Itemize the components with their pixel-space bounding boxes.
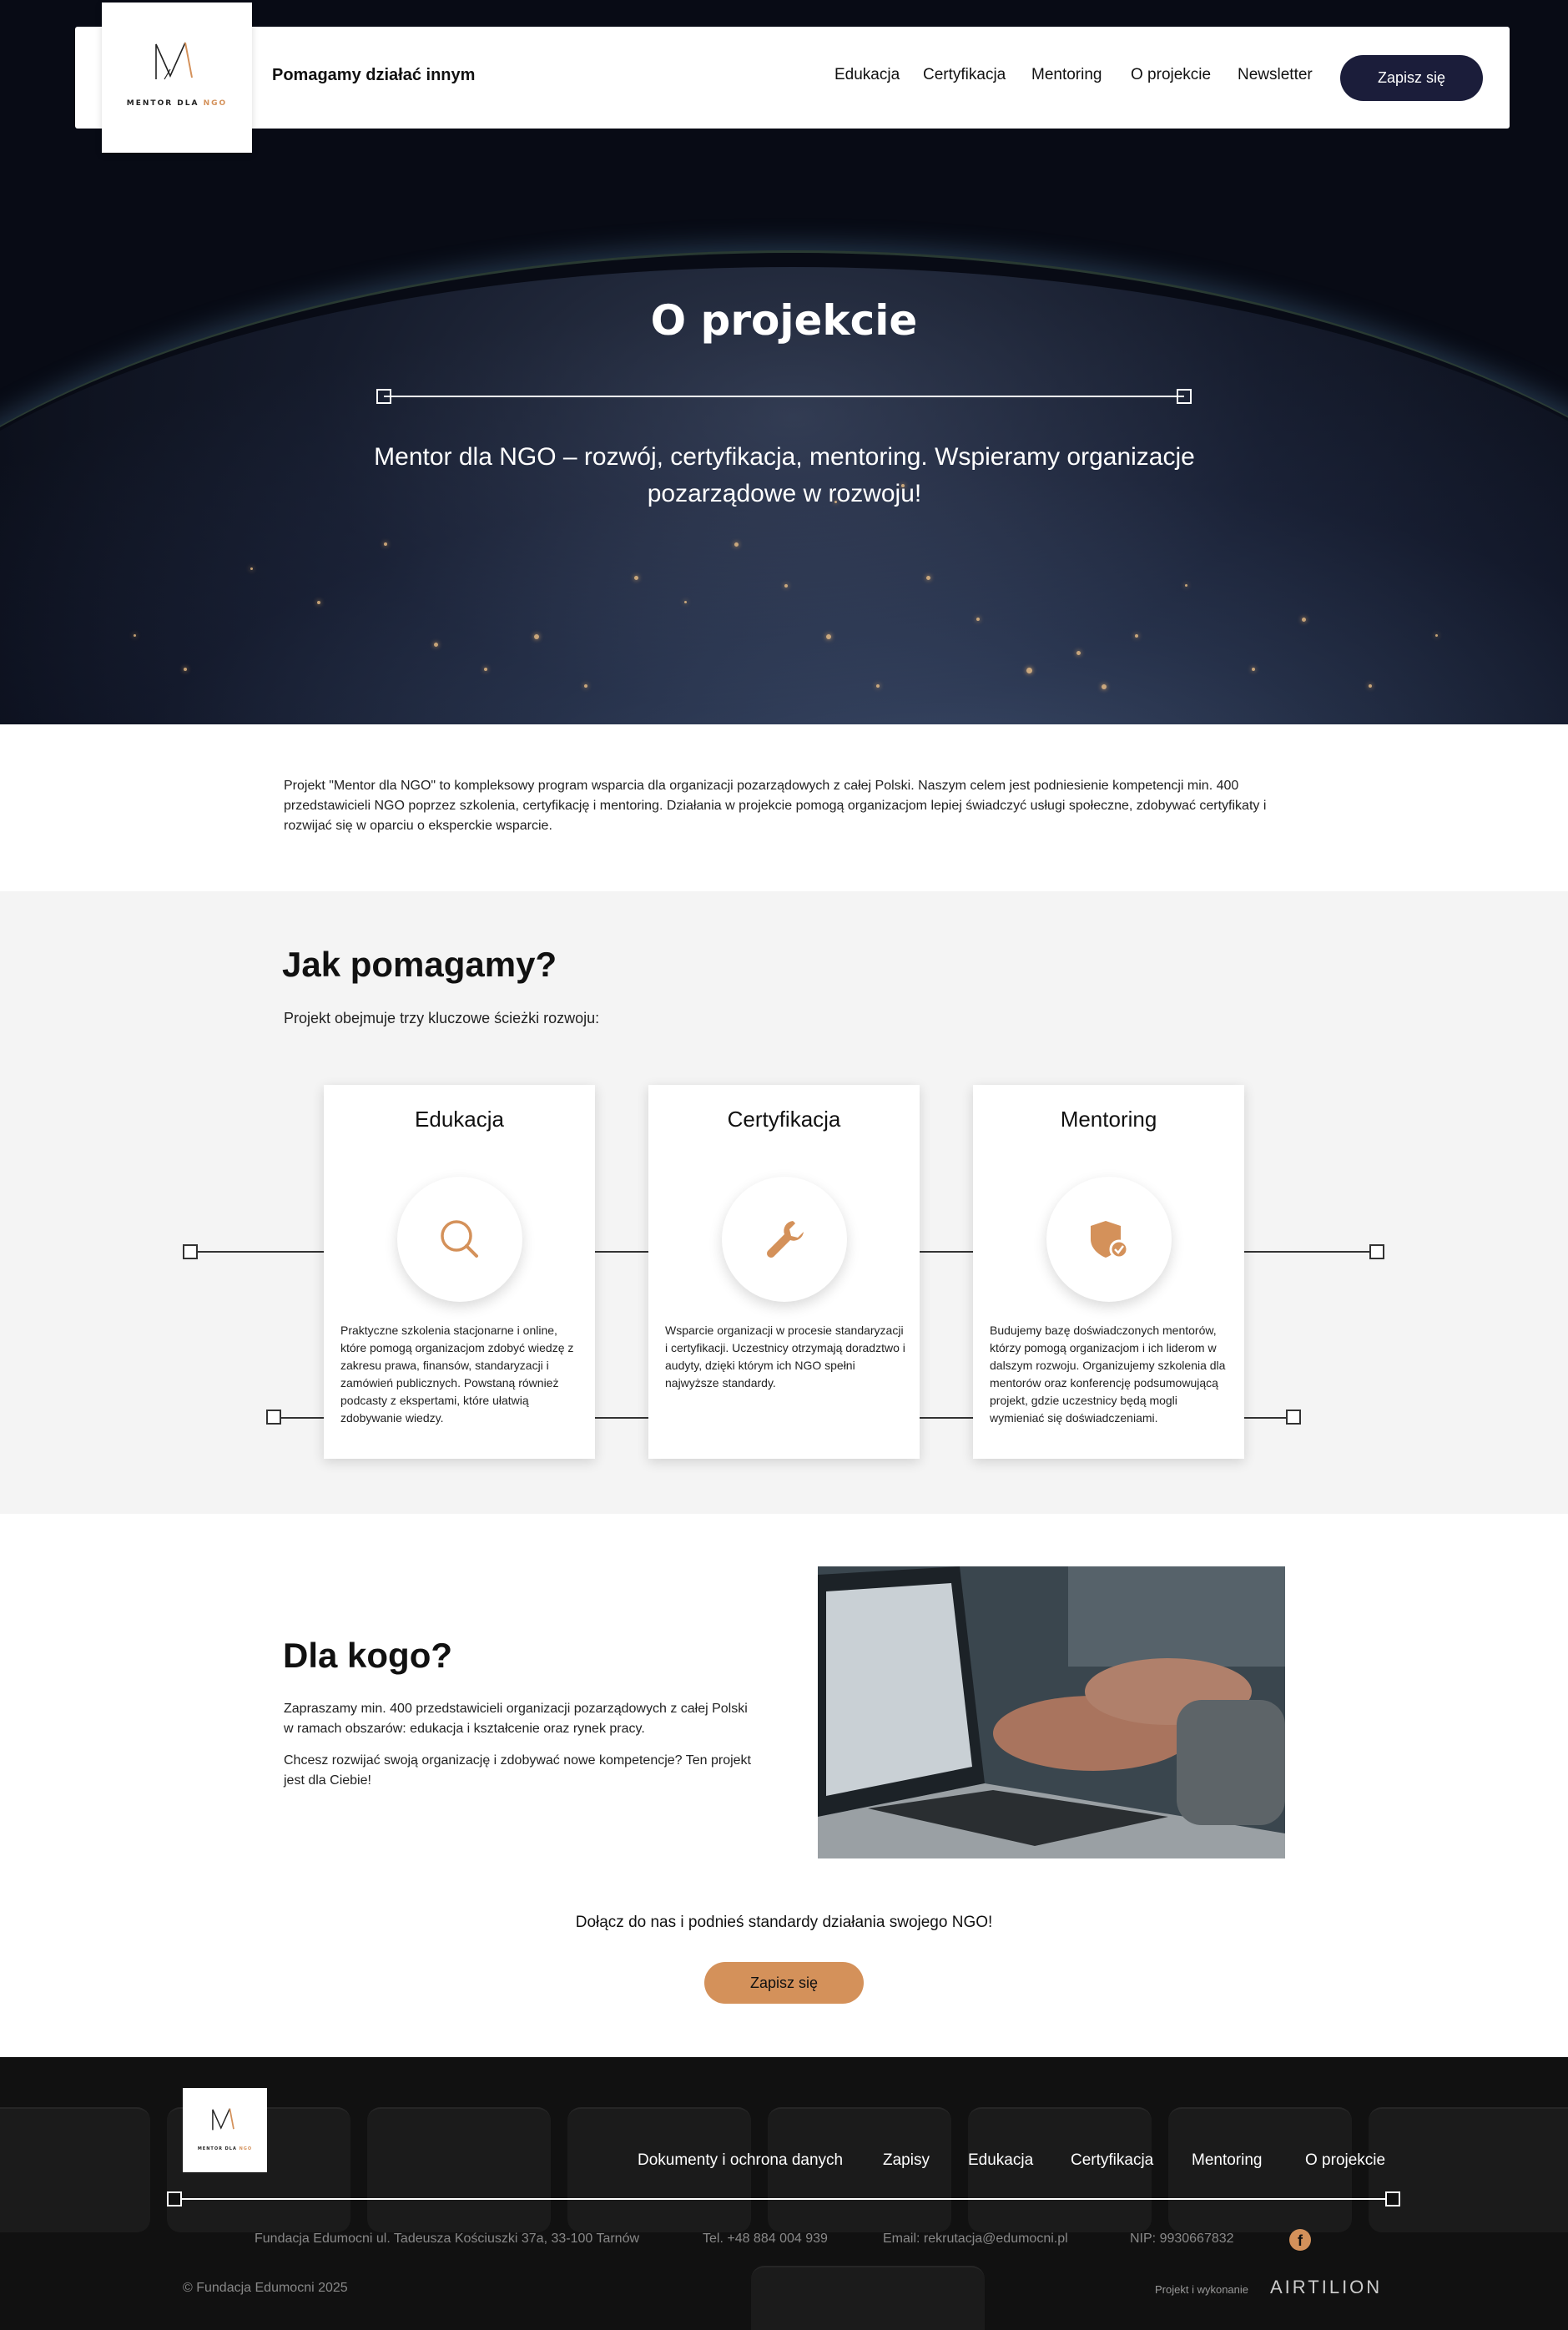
connector-square bbox=[183, 1244, 198, 1259]
wrench-icon bbox=[767, 1221, 804, 1258]
search-icon bbox=[441, 1220, 478, 1258]
card-description: Praktyczne szkolenia stacjonarne i onlin… bbox=[340, 1324, 574, 1425]
join-signup-button[interactable]: Zapisz się bbox=[704, 1962, 864, 2004]
connector-square bbox=[1286, 1410, 1301, 1425]
connector-square bbox=[1369, 1244, 1384, 1259]
footer-link-edukacja[interactable]: Edukacja bbox=[968, 2151, 1033, 2170]
tagline: Pomagamy działać innym bbox=[272, 66, 476, 84]
nav-certyfikacja[interactable]: Certyfikacja bbox=[923, 66, 1006, 84]
card-certyfikacja: Certyfikacja Wsparcie organizacji w proc… bbox=[648, 1085, 920, 1459]
card-mentoring: Mentoring Budujemy bazę doświadczonych m… bbox=[973, 1085, 1244, 1459]
card-title: Mentoring bbox=[1060, 1107, 1157, 1132]
footer-link-certyfikacja[interactable]: Certyfikacja bbox=[1071, 2151, 1153, 2170]
join-text: Dołącz do nas i podnieś standardy działa… bbox=[575, 1914, 993, 1931]
logo-mark-icon bbox=[155, 42, 193, 80]
logo-text: MENTOR DLA NGO bbox=[197, 2146, 253, 2151]
signup-button[interactable]: Zapisz się bbox=[1340, 55, 1483, 101]
card-description: Wsparcie organizacji w procesie standary… bbox=[665, 1324, 905, 1389]
nav-newsletter[interactable]: Newsletter bbox=[1238, 66, 1313, 84]
shield-check-icon bbox=[1091, 1221, 1129, 1259]
divider-square-right bbox=[1177, 389, 1192, 404]
footer-copyright: © Fundacja Edumocni 2025 bbox=[183, 2281, 348, 2295]
who-paragraph: Zapraszamy min. 400 przedstawicieli orga… bbox=[284, 1702, 748, 1736]
logo-text: MENTOR DLA NGO bbox=[126, 99, 228, 108]
site-logo[interactable]: MENTOR DLA NGO bbox=[102, 3, 252, 153]
nav-edukacja[interactable]: Edukacja bbox=[834, 66, 900, 84]
footer-email[interactable]: Email: rekrutacja@edumocni.pl bbox=[883, 2232, 1068, 2247]
page-title: O projekcie bbox=[650, 296, 918, 345]
footer-divider bbox=[175, 2198, 1393, 2200]
hero-divider bbox=[384, 396, 1184, 397]
divider-square-right bbox=[1385, 2191, 1400, 2206]
footer-link-mentoring[interactable]: Mentoring bbox=[1192, 2151, 1263, 2170]
footer-phone[interactable]: Tel. +48 884 004 939 bbox=[703, 2232, 828, 2247]
intro-text: Projekt "Mentor dla NGO" to kompleksowy … bbox=[284, 779, 1267, 833]
hero-subtitle: Mentor dla NGO – rozwój, certyfikacja, m… bbox=[374, 443, 1195, 507]
who-paragraph: Chcesz rozwijać swoją organizację i zdob… bbox=[284, 1753, 751, 1788]
hero-section: Pomagamy działać innym Edukacja Certyfik… bbox=[0, 0, 1568, 724]
card-title: Edukacja bbox=[415, 1107, 504, 1132]
how-title: Jak pomagamy? bbox=[282, 945, 557, 984]
agency-logo[interactable]: AIRTILION bbox=[1270, 2277, 1382, 2298]
logo-mark-icon bbox=[212, 2108, 234, 2131]
footer-link-documents[interactable]: Dokumenty i ochrona danych bbox=[638, 2151, 843, 2170]
facebook-icon[interactable]: f bbox=[1289, 2229, 1311, 2251]
divider-square-left bbox=[376, 389, 391, 404]
connector-square bbox=[266, 1410, 281, 1425]
card-edukacja: Edukacja Praktyczne szkolenia stacjonarn… bbox=[324, 1085, 595, 1459]
footer-credit: Projekt i wykonanie bbox=[1155, 2283, 1248, 2296]
card-icon-circle bbox=[397, 1177, 522, 1302]
card-icon-circle bbox=[1046, 1177, 1172, 1302]
card-icon-circle bbox=[722, 1177, 847, 1302]
footer-nip: NIP: 9930667832 bbox=[1130, 2232, 1234, 2246]
who-title: Dla kogo? bbox=[283, 1636, 453, 1675]
footer-link-o-projekcie[interactable]: O projekcie bbox=[1305, 2151, 1385, 2170]
footer-address: Fundacja Edumocni ul. Tadeusza Kościuszk… bbox=[255, 2232, 640, 2246]
nav-mentoring[interactable]: Mentoring bbox=[1031, 66, 1102, 84]
footer-link-zapisy[interactable]: Zapisy bbox=[883, 2151, 930, 2170]
nav-o-projekcie[interactable]: O projekcie bbox=[1131, 66, 1211, 84]
footer-logo[interactable]: MENTOR DLA NGO bbox=[183, 2088, 267, 2172]
card-description: Budujemy bazę doświadczonych mentorów, k… bbox=[990, 1324, 1226, 1425]
divider-square-left bbox=[167, 2191, 182, 2206]
how-subtitle: Projekt obejmuje trzy kluczowe ścieżki r… bbox=[284, 1010, 600, 1026]
card-title: Certyfikacja bbox=[727, 1107, 841, 1132]
laptop-photo bbox=[818, 1566, 1285, 1858]
